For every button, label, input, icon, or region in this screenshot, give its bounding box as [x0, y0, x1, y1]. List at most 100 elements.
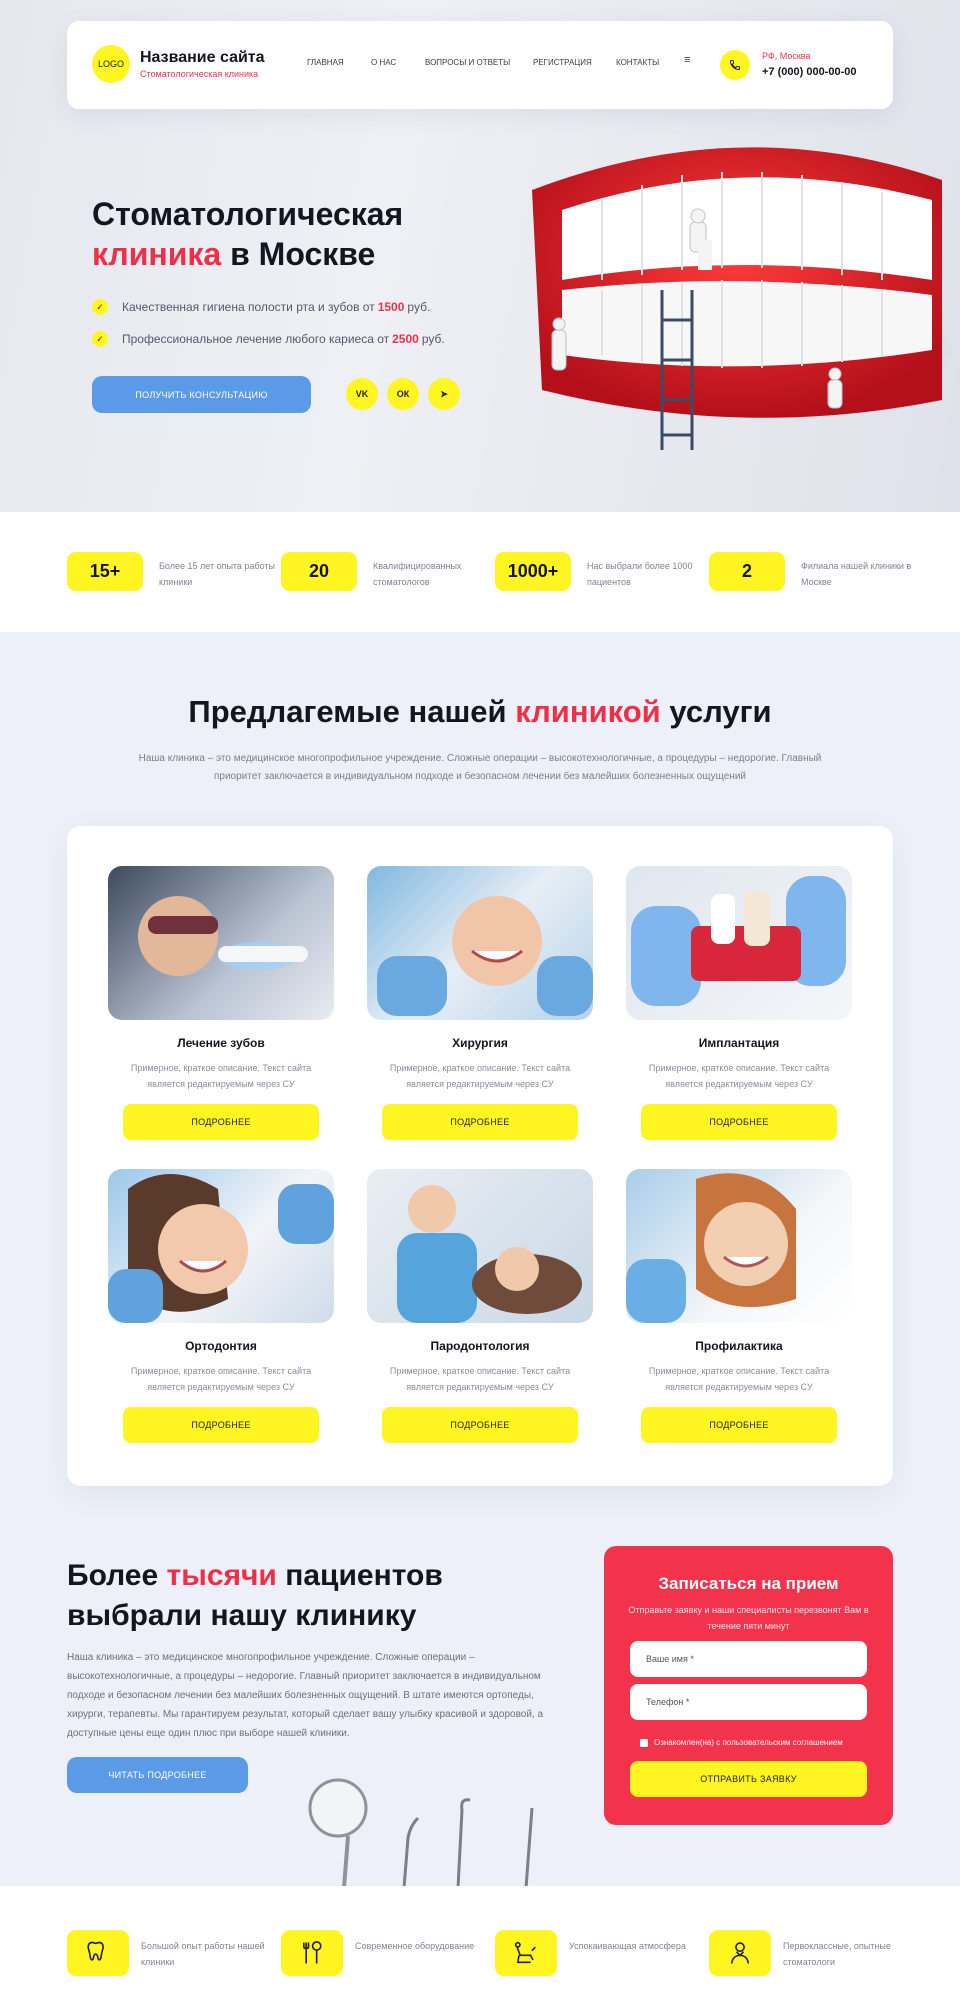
ok-icon[interactable]: ОК — [387, 378, 419, 410]
hero-title-rest: в Москве — [230, 236, 376, 272]
service-text: Примерное, краткое описание. Текст сайта… — [130, 1063, 312, 1089]
vk-icon[interactable]: VK — [346, 378, 378, 410]
hero-title-line1: Стоматологическая — [92, 196, 404, 232]
stat-number: 2 — [709, 552, 785, 591]
stat-text: Более 15 лет опыта работы клиники — [159, 561, 276, 587]
service-name: Лечение зубов — [177, 1036, 265, 1050]
services-title-highlight: клиникой — [515, 694, 661, 729]
nav-registration[interactable]: РЕГИСТРАЦИЯ — [533, 58, 592, 67]
feature-text: Успокаивающая атмосфера — [569, 1941, 686, 1951]
services-grid: Лечение зубов Примерное, краткое описани… — [67, 826, 893, 1486]
dental-chair-icon — [495, 1930, 557, 1976]
services-description: Наша клиника – это медицинское многопроф… — [138, 753, 822, 782]
appointment-form: Записаться на прием Отправьте заявку и н… — [604, 1546, 893, 1825]
bullet-text: Качественная гигиена полости рта и зубов… — [122, 300, 375, 314]
nav-home[interactable]: ГЛАВНАЯ — [307, 58, 344, 67]
agreement-checkbox[interactable]: Ознакомлен(на) с пользовательским соглаш… — [640, 1738, 843, 1747]
service-card: Пародонтология Примерное, краткое описан… — [367, 1169, 593, 1443]
stat-number: 15+ — [67, 552, 143, 591]
service-more-button[interactable]: ПОДРОБНЕЕ — [382, 1104, 578, 1140]
service-image[interactable] — [626, 866, 852, 1020]
teeth-model-image — [532, 147, 952, 450]
service-image[interactable] — [108, 866, 334, 1020]
service-more-button[interactable]: ПОДРОБНЕЕ — [382, 1407, 578, 1443]
bullet-unit: руб. — [407, 300, 431, 314]
phone-field[interactable] — [630, 1684, 867, 1720]
service-name: Имплантация — [698, 1036, 780, 1050]
about-title-highlight: тысячи — [166, 1559, 277, 1592]
dentist-icon — [709, 1930, 771, 1976]
service-card: Профилактика Примерное, краткое описание… — [626, 1169, 852, 1443]
service-more-button[interactable]: ПОДРОБНЕЕ — [641, 1104, 837, 1140]
agreement-label: Ознакомлен(на) с пользовательским соглаш… — [654, 1738, 843, 1747]
services-title-pre: Предлагемые нашей — [188, 694, 507, 729]
tooth-icon — [67, 1930, 129, 1976]
services-title-post: услуги — [669, 694, 772, 729]
hero-title-highlight: клиника — [92, 236, 222, 272]
telegram-icon[interactable]: ➤ — [428, 378, 460, 410]
phone-number[interactable]: +7 (000) 000-00-00 — [762, 66, 856, 78]
form-subtitle: Отправьте заявку и наши специалисты пере… — [628, 1605, 869, 1631]
about-text: Наша клиника – это медицинское многопроф… — [67, 1652, 544, 1739]
form-title: Записаться на прием — [658, 1574, 839, 1593]
bullet-price: 1500 — [377, 300, 405, 314]
read-more-button[interactable]: ЧИТАТЬ ПОДРОБНЕЕ — [67, 1757, 248, 1793]
bullet-text: Профессиональное лечение любого кариеса … — [122, 332, 390, 346]
submit-button[interactable]: ОТПРАВИТЬ ЗАЯВКУ — [630, 1761, 867, 1797]
consultation-button[interactable]: ПОЛУЧИТЬ КОНСУЛЬТАЦИЮ — [92, 376, 311, 413]
service-text: Примерное, краткое описание. Текст сайта… — [389, 1063, 571, 1089]
dental-tools-icon — [281, 1930, 343, 1976]
services-title: Предлагемые нашей клиникой услуги — [0, 694, 960, 730]
service-name: Ортодонтия — [185, 1339, 257, 1353]
service-card: Хирургия Примерное, краткое описание. Те… — [367, 866, 593, 1140]
service-image[interactable] — [626, 1169, 852, 1323]
hero-title: Стоматологическая клиника в Москве — [92, 194, 492, 274]
logo[interactable]: LOGO — [92, 45, 130, 83]
stat-number: 20 — [281, 552, 357, 591]
checkbox-icon[interactable] — [640, 1738, 648, 1747]
hero-bullet: ✓ Качественная гигиена полости рта и зуб… — [92, 299, 430, 315]
service-card: Ортодонтия Примерное, краткое описание. … — [108, 1169, 334, 1443]
service-text: Примерное, краткое описание. Текст сайта… — [130, 1366, 312, 1392]
about-title-pre: Более — [67, 1559, 159, 1592]
service-card: Имплантация Примерное, краткое описание.… — [626, 866, 852, 1140]
features-section: Большой опыт работы нашей клиники Соврем… — [0, 1886, 960, 2000]
city-label: РФ, Москва — [762, 51, 811, 61]
hero-section: LOGO Название сайта Стоматологическая кл… — [0, 0, 960, 512]
check-icon: ✓ — [92, 331, 108, 347]
nav-contacts[interactable]: КОНТАКТЫ — [616, 58, 659, 67]
service-name: Профилактика — [695, 1339, 783, 1353]
site-header: LOGO Название сайта Стоматологическая кл… — [67, 21, 893, 109]
site-subtitle: Стоматологическая клиника — [140, 69, 259, 79]
service-more-button[interactable]: ПОДРОБНЕЕ — [123, 1407, 319, 1443]
service-text: Примерное, краткое описание. Текст сайта… — [648, 1063, 830, 1089]
name-field[interactable] — [630, 1641, 867, 1677]
feature-text: Современное оборудование — [355, 1941, 475, 1951]
nav-faq[interactable]: ВОПРОСЫ И ОТВЕТЫ — [425, 58, 510, 67]
service-name: Пародонтология — [430, 1339, 530, 1353]
service-image[interactable] — [108, 1169, 334, 1323]
service-card: Лечение зубов Примерное, краткое описани… — [108, 866, 334, 1140]
bullet-unit: руб. — [421, 332, 445, 346]
dental-tools-image — [308, 1778, 534, 1888]
hero-bullet: ✓ Профессиональное лечение любого кариес… — [92, 331, 445, 347]
menu-icon[interactable]: ≡ — [684, 54, 690, 66]
service-more-button[interactable]: ПОДРОБНЕЕ — [123, 1104, 319, 1140]
service-image[interactable] — [367, 1169, 593, 1323]
site-name: Название сайта — [140, 49, 265, 66]
stat-number: 1000+ — [495, 552, 571, 591]
check-icon: ✓ — [92, 299, 108, 315]
service-name: Хирургия — [452, 1036, 508, 1050]
phone-icon[interactable] — [720, 50, 750, 80]
service-more-button[interactable]: ПОДРОБНЕЕ — [641, 1407, 837, 1443]
nav-about[interactable]: О НАС — [371, 58, 396, 67]
stat-text: Филиала нашей клиники в Москве — [801, 561, 912, 587]
stats-section: 15+ Более 15 лет опыта работы клиники 20… — [0, 512, 960, 632]
stat-text: Квалифицированных стоматологов — [373, 561, 462, 587]
service-image[interactable] — [367, 866, 593, 1020]
feature-text: Первоклассные, опытные стоматологи — [783, 1941, 891, 1967]
bullet-price: 2500 — [392, 332, 419, 346]
feature-text: Большой опыт работы нашей клиники — [141, 1941, 265, 1967]
service-text: Примерное, краткое описание. Текст сайта… — [389, 1366, 571, 1392]
about-title: Более тысячи пациентов выбрали нашу клин… — [67, 1556, 547, 1636]
